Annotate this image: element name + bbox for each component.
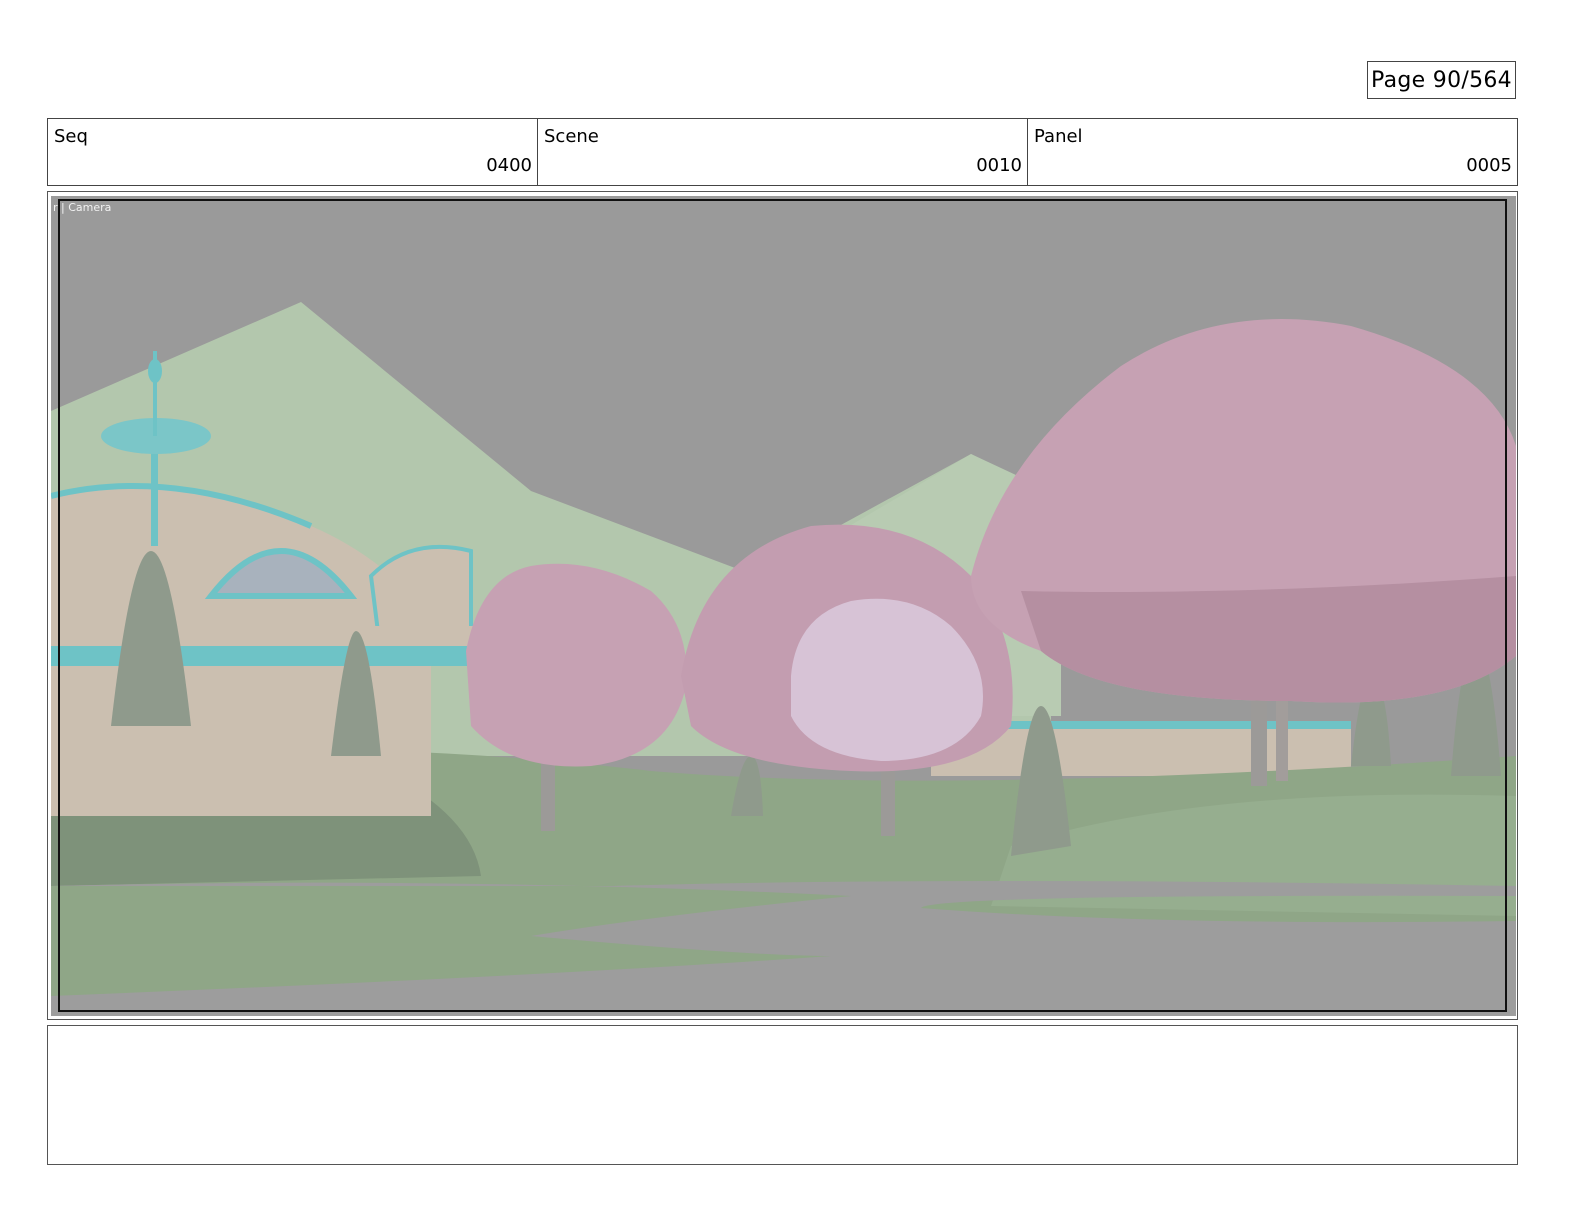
pink-tree-canopy [466,563,687,767]
panel-info-header: Seq 0400 Scene 0010 Panel 0005 [47,118,1518,186]
scene-illustration [51,196,1516,1016]
panel-cell: Panel 0005 [1028,119,1517,185]
balcony-rail [51,646,491,666]
spire-pole [151,446,158,546]
seq-value: 0400 [486,155,532,176]
camera-viewport: r | Camera [51,196,1516,1016]
page-number: 90/564 [1432,68,1512,93]
page-label: Page [1371,68,1426,93]
panel-notes-box[interactable] [47,1025,1518,1165]
panel-label: Panel [1034,126,1083,147]
seq-label: Seq [54,126,88,147]
page-counter: Page 90/564 [1367,61,1516,99]
tree-trunk [541,756,555,831]
camera-label: r | Camera [53,201,112,214]
scene-label: Scene [544,126,599,147]
panel-value: 0005 [1466,155,1512,176]
scene-value: 0010 [976,155,1022,176]
seq-cell: Seq 0400 [48,119,538,185]
scene-cell: Scene 0010 [538,119,1028,185]
spire-orb [148,359,162,383]
